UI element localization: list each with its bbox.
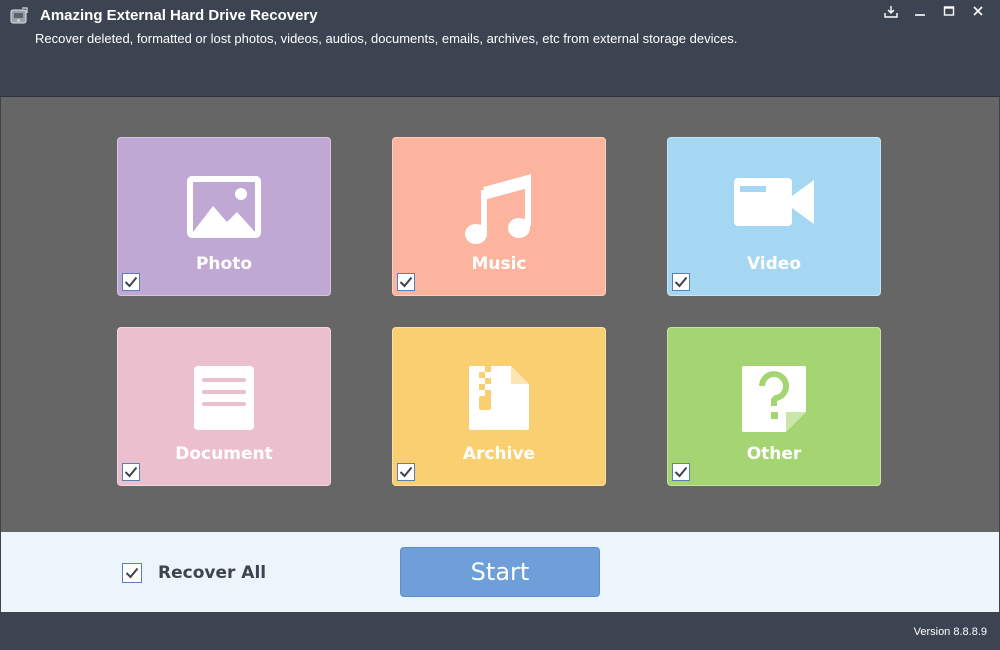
app-logo-icon [9,6,29,26]
status-bar: Version 8.8.8.9 [0,612,1000,650]
category-label-document: Document [118,444,330,464]
window-controls [876,1,992,21]
document-icon [118,364,330,432]
category-label-other: Other [668,444,880,464]
category-tile-document[interactable]: Document [117,327,331,486]
version-label: Version 8.8.8.9 [914,626,987,638]
minimize-icon[interactable] [905,1,934,21]
archive-zip-icon [393,364,605,432]
start-button[interactable]: Start [400,547,600,597]
download-icon[interactable] [876,1,905,21]
checkbox-archive[interactable] [397,463,415,481]
recover-all-toggle[interactable]: Recover All [122,563,266,583]
app-subtitle: Recover deleted, formatted or lost photo… [35,31,737,46]
category-tile-other[interactable]: Other [667,327,881,486]
checkbox-document[interactable] [122,463,140,481]
video-camera-icon [668,174,880,230]
checkbox-other[interactable] [672,463,690,481]
photo-icon [118,174,330,240]
music-note-icon [393,174,605,246]
category-label-video: Video [668,254,880,274]
maximize-icon[interactable] [934,1,963,21]
close-icon[interactable] [963,1,992,21]
question-file-icon [668,364,880,434]
category-label-music: Music [393,254,605,274]
app-title: Amazing External Hard Drive Recovery [40,7,318,24]
category-tile-photo[interactable]: Photo [117,137,331,296]
category-tile-video[interactable]: Video [667,137,881,296]
category-tile-music[interactable]: Music [392,137,606,296]
category-panel: Photo Music Video [1,97,999,532]
checkbox-photo[interactable] [122,273,140,291]
title-bar: Amazing External Hard Drive Recovery Rec… [0,0,1000,97]
category-label-photo: Photo [118,254,330,274]
checkbox-recover-all[interactable] [122,563,142,583]
checkbox-video[interactable] [672,273,690,291]
category-tile-archive[interactable]: Archive [392,327,606,486]
recover-all-label: Recover All [158,563,266,583]
category-label-archive: Archive [393,444,605,464]
checkbox-music[interactable] [397,273,415,291]
action-bar: Recover All Start [1,532,999,612]
